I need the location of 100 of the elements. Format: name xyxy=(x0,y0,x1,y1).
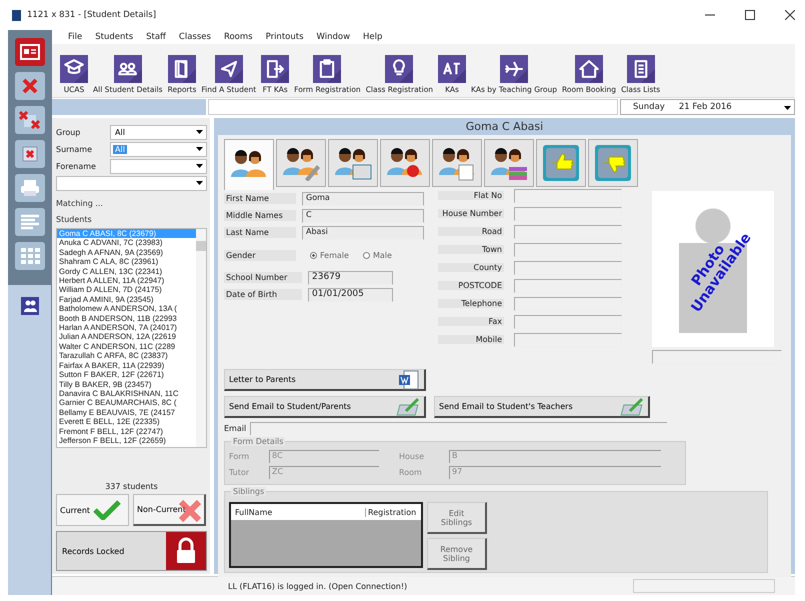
input-field[interactable]: Goma xyxy=(302,192,424,206)
document-icon xyxy=(398,370,420,390)
column-header[interactable]: FullName xyxy=(231,508,366,516)
current-button[interactable]: Current xyxy=(56,494,129,526)
column-header[interactable]: Registration xyxy=(366,508,416,516)
field-label: Town xyxy=(438,245,504,254)
gender-radio[interactable]: Female xyxy=(310,250,349,260)
side-tool-button[interactable] xyxy=(15,140,45,168)
field-label: Middle Names xyxy=(224,210,296,221)
input-field[interactable] xyxy=(514,242,622,256)
email-field[interactable] xyxy=(250,422,668,435)
people-icon xyxy=(489,145,529,181)
tab[interactable] xyxy=(276,139,326,187)
field-label: POSTCODE xyxy=(438,281,504,290)
input-field[interactable] xyxy=(514,260,622,274)
tab[interactable] xyxy=(484,139,534,187)
filter-label: Surname xyxy=(56,145,93,154)
scrollbar[interactable] xyxy=(196,229,206,447)
menu-item[interactable]: Rooms xyxy=(224,32,253,42)
tab[interactable] xyxy=(380,139,430,187)
student-count: 337 students xyxy=(104,482,159,491)
airplane-icon xyxy=(500,55,528,83)
letter-button[interactable]: Letter to Parents xyxy=(224,369,426,391)
search-field[interactable] xyxy=(208,99,618,115)
lock-icon xyxy=(166,532,206,570)
dropdown-arrow-icon xyxy=(196,181,203,185)
tab[interactable] xyxy=(224,139,274,190)
multiple-cross-icon xyxy=(19,111,41,129)
lines-icon xyxy=(19,213,41,231)
input-field[interactable] xyxy=(514,224,622,238)
menu-item[interactable]: Classes xyxy=(178,32,211,42)
filter-dropdown[interactable] xyxy=(56,176,207,191)
menu-item[interactable]: Printouts xyxy=(266,32,304,42)
input-field[interactable] xyxy=(514,278,622,292)
matching-label: Matching ... xyxy=(56,199,104,208)
clipboard-icon xyxy=(313,55,342,83)
records-locked-button[interactable]: Records Locked xyxy=(56,531,207,571)
thumbs-down-icon xyxy=(593,145,633,181)
sibling-button[interactable]: Edit Siblings xyxy=(427,502,487,534)
filter-dropdown[interactable]: All xyxy=(110,125,207,140)
sibling-button[interactable]: Remove Sibling xyxy=(427,538,487,570)
input-field[interactable]: 23679 xyxy=(308,270,393,284)
group-title: Siblings xyxy=(231,487,266,496)
graduation-cap-icon xyxy=(60,55,88,83)
input-field: 8C xyxy=(269,450,379,463)
house-icon xyxy=(575,55,604,83)
input-field[interactable] xyxy=(514,332,622,346)
tab[interactable] xyxy=(432,139,482,187)
email-button[interactable]: Send Email to Student's Teachers xyxy=(434,396,650,418)
input-field[interactable] xyxy=(514,206,622,220)
dropdown-arrow-icon xyxy=(196,130,203,134)
menu-item[interactable]: Staff xyxy=(146,32,166,42)
close-icon[interactable] xyxy=(785,10,795,20)
app-icon xyxy=(12,10,21,20)
people-icon xyxy=(114,55,142,83)
menu-item[interactable]: Students xyxy=(95,32,134,42)
menu-item[interactable]: Window xyxy=(316,32,350,42)
grid-icon xyxy=(19,247,41,265)
window-title: 1121 x 831 - [Student Details] xyxy=(27,10,156,20)
input-field[interactable] xyxy=(514,188,622,202)
input-field: ZC xyxy=(269,466,379,479)
people-icon xyxy=(22,299,36,313)
side-tool-button[interactable] xyxy=(15,106,45,134)
email-button[interactable]: Send Email to Student/Parents xyxy=(224,396,426,418)
input-field[interactable] xyxy=(514,296,622,310)
date-dropdown[interactable]: Sunday 21 Feb 2016 xyxy=(620,99,795,115)
filter-dropdown[interactable] xyxy=(110,159,207,174)
input-field[interactable]: Abasi xyxy=(302,226,424,240)
maximize-icon[interactable] xyxy=(745,10,755,20)
non-current-button[interactable]: Non-Current xyxy=(133,494,206,526)
thumbs-up-icon xyxy=(541,145,581,181)
field-label: Mobile xyxy=(438,335,504,344)
input-field[interactable] xyxy=(652,350,782,364)
students-label: Students xyxy=(56,215,93,224)
field-label: First Name xyxy=(224,193,296,204)
field-label: Date of Birth xyxy=(224,289,302,300)
filter-label: Forename xyxy=(56,162,97,171)
field-label: Road xyxy=(438,227,504,236)
side-tool-button[interactable] xyxy=(15,72,45,100)
dropdown-arrow-icon xyxy=(196,164,203,168)
input-field[interactable]: 01/01/2005 xyxy=(308,288,393,302)
input-field: B xyxy=(449,450,661,463)
field-label: Last Name xyxy=(224,227,296,238)
field-label: House xyxy=(399,452,426,461)
gender-radio[interactable]: Male xyxy=(362,250,392,260)
input-field[interactable] xyxy=(514,314,622,328)
people-icon xyxy=(437,145,477,181)
book-icon xyxy=(168,55,196,83)
field-label: Tutor xyxy=(229,468,250,477)
pen-pad-icon xyxy=(396,396,420,416)
side-tool-button[interactable] xyxy=(15,38,45,66)
menu-item[interactable]: File xyxy=(68,32,82,42)
filter-label: Group xyxy=(56,128,82,137)
input-field[interactable]: C xyxy=(302,208,424,222)
field-label: Gender xyxy=(224,250,296,260)
tab[interactable] xyxy=(328,139,378,187)
exit-icon xyxy=(261,55,290,83)
menu-item[interactable]: Help xyxy=(363,32,382,42)
field-label: House Number xyxy=(438,209,504,218)
students-module-button[interactable] xyxy=(20,297,38,315)
